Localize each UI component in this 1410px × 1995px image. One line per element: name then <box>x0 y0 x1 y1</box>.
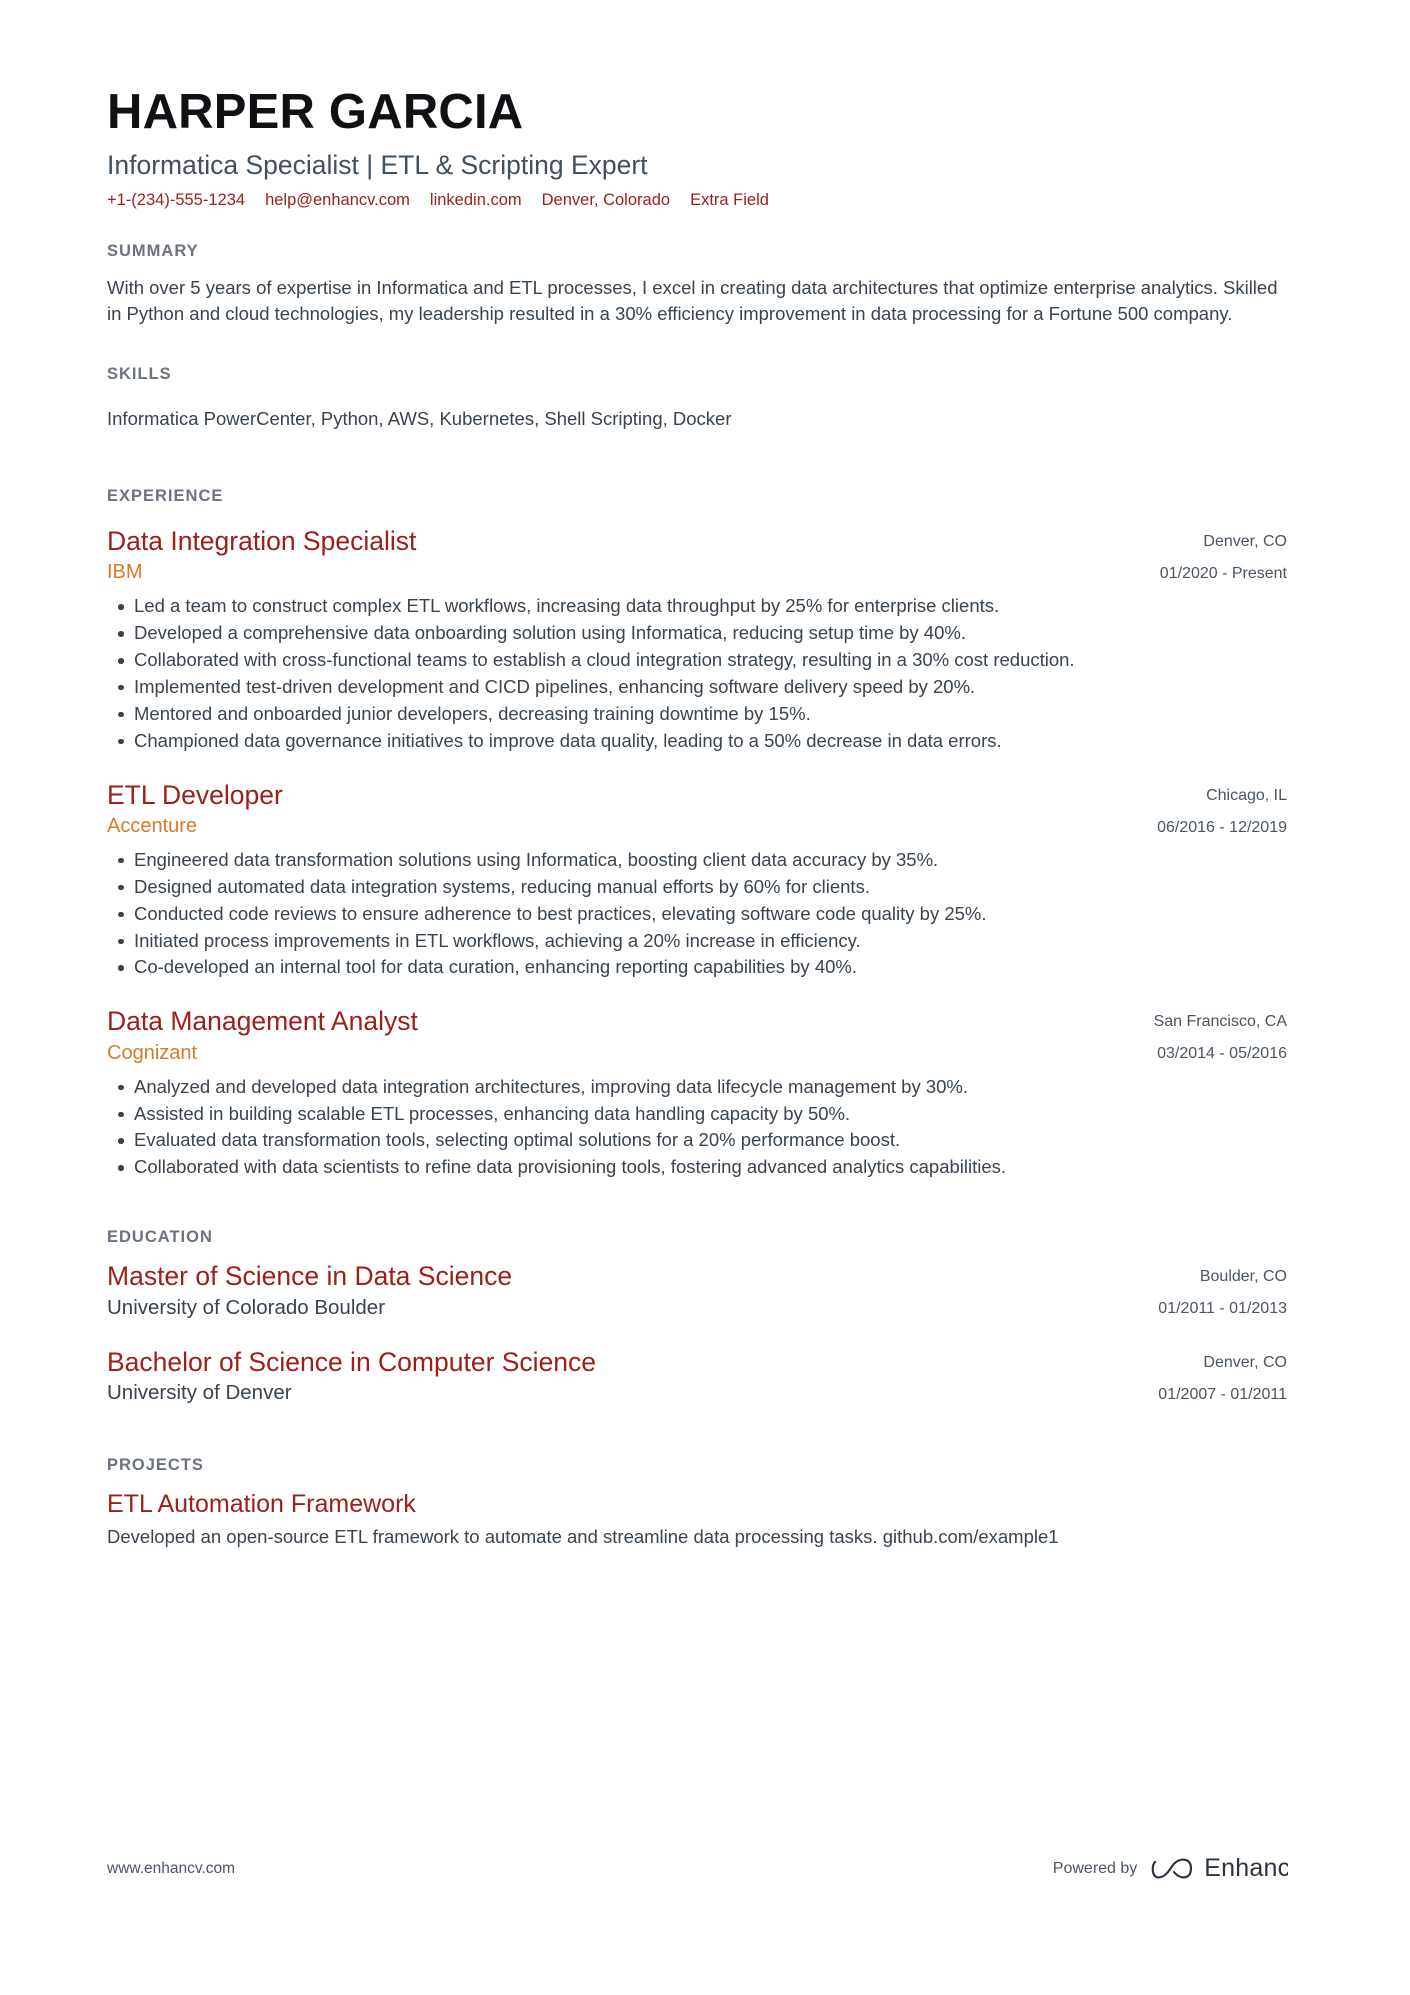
education-entry-left: Master of Science in Data Science Univer… <box>107 1261 1158 1320</box>
page-title: HARPER GARCIA <box>107 85 524 139</box>
school-location: Denver, CO <box>1203 1353 1287 1371</box>
job-location: Denver, CO <box>1203 533 1287 551</box>
list-item: Analyzed and developed data integration … <box>107 1074 1287 1100</box>
section-projects: PROJECTS ETL Automation Framework Develo… <box>107 1456 1287 1550</box>
job-dates: 06/2016 - 12/2019 <box>1157 818 1287 836</box>
contact-row: +1-(234)-555-1234 help@enhancv.com linke… <box>107 190 1287 211</box>
list-item: Championed data governance initiatives t… <box>107 728 1287 754</box>
school-dates: 01/2011 - 01/2013 <box>1158 1300 1287 1318</box>
education-entry-header: Master of Science in Data Science Univer… <box>107 1261 1287 1320</box>
list-item: Led a team to construct complex ETL work… <box>107 593 1287 619</box>
list-item: Mentored and onboarded junior developers… <box>107 701 1287 727</box>
section-heading-projects: PROJECTS <box>107 1455 204 1474</box>
contact-email[interactable]: help@enhancv.com <box>265 190 410 211</box>
job-bullets: Engineered data transformation solutions… <box>107 847 1287 980</box>
resume-content: HARPER GARCIA Informatica Specialist | E… <box>107 0 1287 1550</box>
footer-branding: Powered by Enhancv <box>1053 1854 1303 1883</box>
experience-entry: Data Integration Specialist IBM Denver, … <box>107 526 1287 754</box>
job-title: ETL Developer <box>107 779 283 810</box>
education-entry: Bachelor of Science in Computer Science … <box>107 1347 1287 1406</box>
school-dates: 01/2007 - 01/2011 <box>1158 1385 1287 1403</box>
section-skills: SKILLS Informatica PowerCenter, Python, … <box>107 365 1287 433</box>
section-education: EDUCATION Master of Science in Data Scie… <box>107 1228 1287 1406</box>
experience-entry-left: ETL Developer Accenture <box>107 780 1157 838</box>
contact-location: Denver, Colorado <box>541 191 671 210</box>
enhancv-brand: Enhancv <box>1151 1854 1303 1883</box>
job-dates: 01/2020 - Present <box>1159 565 1287 583</box>
skills-list: Informatica PowerCenter, Python, AWS, Ku… <box>107 408 732 430</box>
section-summary: SUMMARY With over 5 years of expertise i… <box>107 242 1287 328</box>
section-heading-experience: EXPERIENCE <box>107 487 224 506</box>
resume-header: HARPER GARCIA Informatica Specialist | E… <box>107 0 1287 212</box>
experience-entry-header: ETL Developer Accenture Chicago, IL 06/2… <box>107 780 1287 838</box>
company-name: Cognizant <box>107 1041 198 1064</box>
job-title: Data Management Analyst <box>107 1006 418 1037</box>
experience-entry-left: Data Integration Specialist IBM <box>107 526 1160 584</box>
section-heading-summary: SUMMARY <box>107 241 199 260</box>
school-location: Boulder, CO <box>1199 1268 1287 1286</box>
footer-website-url[interactable]: www.enhancv.com <box>107 1860 235 1878</box>
job-bullets: Led a team to construct complex ETL work… <box>107 593 1287 753</box>
list-item: Assisted in building scalable ETL proces… <box>107 1101 1287 1127</box>
experience-entry-right: San Francisco, CA 03/2014 - 05/2016 <box>1154 1006 1287 1064</box>
company-name: IBM <box>107 561 143 584</box>
experience-entry-left: Data Management Analyst Cognizant <box>107 1006 1154 1064</box>
job-location: Chicago, IL <box>1206 786 1287 804</box>
resume-page: HARPER GARCIA Informatica Specialist | E… <box>0 0 1410 1995</box>
professional-headline: Informatica Specialist | ETL & Scripting… <box>107 149 648 180</box>
section-heading-skills: SKILLS <box>107 365 172 384</box>
education-entry-header: Bachelor of Science in Computer Science … <box>107 1347 1287 1406</box>
degree-title: Bachelor of Science in Computer Science <box>107 1346 597 1377</box>
project-entry: ETL Automation Framework Developed an op… <box>107 1489 1287 1550</box>
job-dates: 03/2014 - 05/2016 <box>1157 1045 1287 1063</box>
list-item: Engineered data transformation solutions… <box>107 847 1287 873</box>
education-entry-left: Bachelor of Science in Computer Science … <box>107 1347 1158 1406</box>
degree-title: Master of Science in Data Science <box>107 1261 513 1292</box>
powered-by-label: Powered by <box>1052 1859 1138 1877</box>
contact-phone[interactable]: +1-(234)-555-1234 <box>107 190 245 211</box>
list-item: Developed a comprehensive data onboardin… <box>107 620 1287 646</box>
job-location: San Francisco, CA <box>1153 1013 1287 1031</box>
experience-entry: Data Management Analyst Cognizant San Fr… <box>107 1006 1287 1180</box>
list-item: Co-developed an internal tool for data c… <box>107 954 1287 980</box>
project-description: Developed an open-source ETL framework t… <box>107 1525 1059 1547</box>
contact-linkedin[interactable]: linkedin.com <box>430 190 522 211</box>
page-right-margin <box>1288 0 1410 1995</box>
experience-entry-right: Chicago, IL 06/2016 - 12/2019 <box>1157 780 1287 838</box>
contact-extra-field: Extra Field <box>690 191 769 210</box>
list-item: Evaluated data transformation tools, sel… <box>107 1127 1287 1153</box>
list-item: Implemented test-driven development and … <box>107 674 1287 700</box>
list-item: Conducted code reviews to ensure adheren… <box>107 901 1287 927</box>
experience-entry: ETL Developer Accenture Chicago, IL 06/2… <box>107 780 1287 981</box>
job-title: Data Integration Specialist <box>107 526 417 557</box>
experience-entry-header: Data Integration Specialist IBM Denver, … <box>107 526 1287 584</box>
list-item: Collaborated with data scientists to ref… <box>107 1154 1287 1180</box>
company-name: Accenture <box>107 814 198 837</box>
list-item: Designed automated data integration syst… <box>107 874 1287 900</box>
education-entry-right: Boulder, CO 01/2011 - 01/2013 <box>1158 1261 1287 1319</box>
list-item: Initiated process improvements in ETL wo… <box>107 928 1287 954</box>
education-entry-right: Denver, CO 01/2007 - 01/2011 <box>1158 1347 1287 1405</box>
school-name: University of Colorado Boulder <box>107 1295 386 1319</box>
education-entry: Master of Science in Data Science Univer… <box>107 1261 1287 1320</box>
section-heading-education: EDUCATION <box>107 1228 213 1247</box>
experience-entry-header: Data Management Analyst Cognizant San Fr… <box>107 1006 1287 1064</box>
page-footer: www.enhancv.com Powered by Enhancv <box>107 1854 1303 1883</box>
summary-text: With over 5 years of expertise in Inform… <box>107 276 1278 324</box>
project-name: ETL Automation Framework <box>107 1489 416 1518</box>
enhancv-logo-icon <box>1151 1856 1195 1882</box>
job-bullets: Analyzed and developed data integration … <box>107 1074 1287 1181</box>
section-experience: EXPERIENCE Data Integration Specialist I… <box>107 487 1287 1180</box>
experience-entry-right: Denver, CO 01/2020 - Present <box>1160 526 1287 584</box>
list-item: Collaborated with cross-functional teams… <box>107 647 1287 673</box>
school-name: University of Denver <box>107 1381 292 1405</box>
